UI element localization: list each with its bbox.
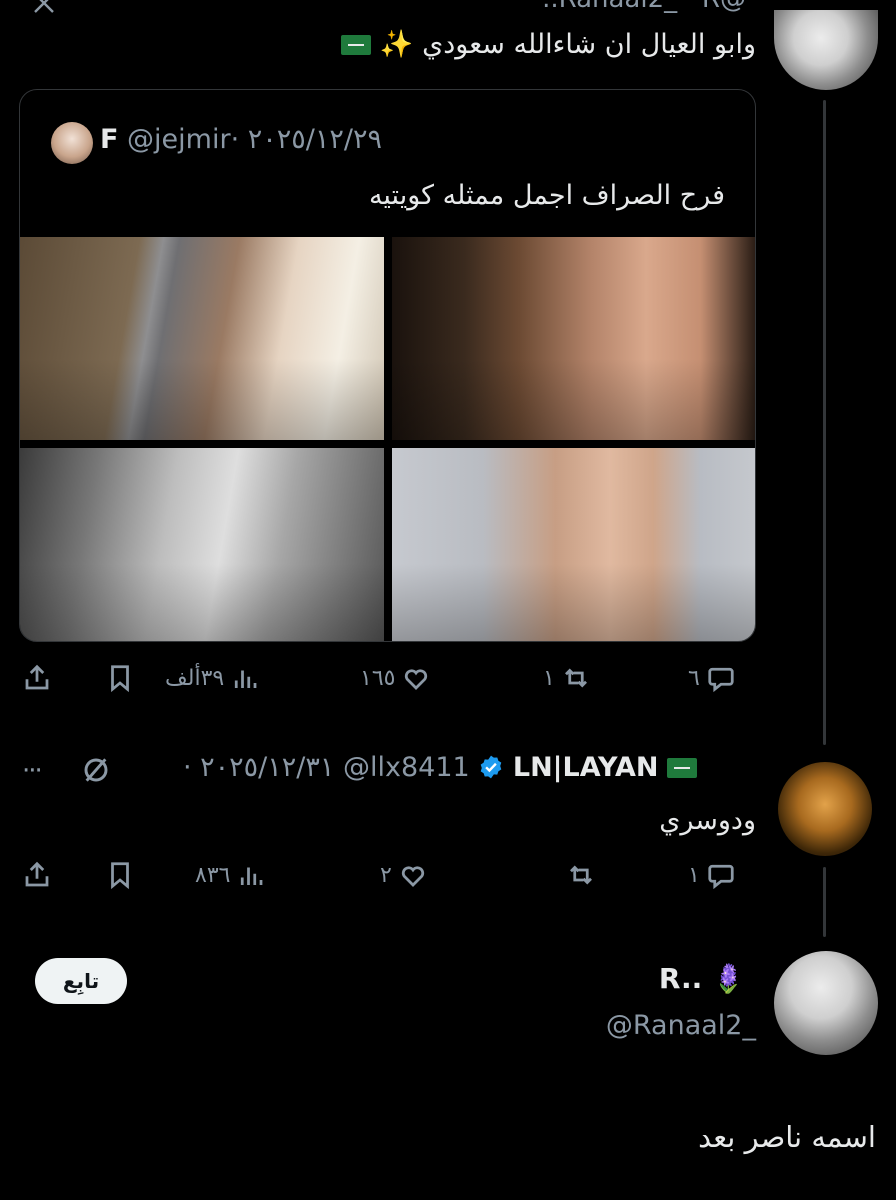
top-tweet-header: @Ranaal2_ · R.. bbox=[542, 0, 746, 14]
sparkles-emoji: ✨ bbox=[379, 29, 414, 60]
share-icon bbox=[25, 861, 49, 887]
tweet-text: وابو العيال ان شاءالله سعودي ✨ bbox=[341, 28, 756, 60]
reply-handle: @llx8411 bbox=[342, 752, 470, 783]
retweet-count: ١ bbox=[543, 665, 555, 691]
views-button[interactable]: ٨٣٦ bbox=[195, 860, 266, 890]
quoted-tweet-text: فرح الصراف اجمل ممثله كويتيه bbox=[368, 180, 725, 211]
reply-text: ودوسري bbox=[659, 805, 756, 836]
avatar[interactable] bbox=[778, 762, 872, 856]
close-icon[interactable] bbox=[32, 0, 58, 18]
views-button[interactable]: ٣٩ألف bbox=[165, 663, 260, 693]
retweet-icon bbox=[564, 668, 587, 688]
saudi-flag-icon bbox=[667, 758, 698, 778]
user-display-name[interactable]: R.. 🪻 bbox=[659, 962, 746, 995]
tweet-body: وابو العيال ان شاءالله سعودي bbox=[422, 29, 756, 60]
quoted-date: · ٢٠٢٥/١٢/٢٩ bbox=[230, 124, 382, 155]
retweet-button[interactable]: ١ bbox=[543, 663, 591, 693]
user-name: R.. bbox=[658, 962, 703, 995]
media-photo[interactable] bbox=[20, 448, 384, 641]
share-icon bbox=[25, 664, 49, 690]
like-button[interactable]: ٢ bbox=[380, 860, 428, 890]
quoted-author-name: F bbox=[100, 124, 119, 155]
views-count: ٨٣٦ bbox=[195, 862, 231, 888]
quoted-author-handle: @jejmir bbox=[127, 124, 231, 155]
media-photo[interactable] bbox=[20, 237, 384, 440]
quoted-tweet-card[interactable]: F @jejmir· ٢٠٢٥/١٢/٢٩ فرح الصراف اجمل مم… bbox=[19, 89, 756, 642]
bookmark-button[interactable] bbox=[105, 860, 135, 890]
reply-author-name: LN|LAYAN bbox=[512, 752, 659, 783]
like-count: ٢ bbox=[380, 862, 392, 888]
more-icon: ··· bbox=[22, 756, 43, 786]
reply-icon bbox=[708, 864, 734, 890]
heart-icon bbox=[401, 866, 424, 887]
saudi-flag-icon bbox=[341, 35, 372, 55]
reply-date: · ٢٠٢٥/١٢/٣١ bbox=[183, 752, 335, 783]
bookmark-button[interactable] bbox=[105, 663, 135, 693]
heart-icon bbox=[405, 669, 428, 690]
media-photo[interactable] bbox=[392, 237, 755, 440]
like-button[interactable]: ١٦٥ bbox=[360, 663, 431, 693]
verified-badge-icon bbox=[480, 755, 502, 779]
views-icon bbox=[241, 867, 263, 885]
share-button[interactable] bbox=[22, 663, 52, 693]
reply-count: ١ bbox=[688, 862, 700, 888]
bookmark-icon bbox=[111, 862, 129, 890]
thread-line bbox=[823, 867, 826, 937]
hyacinth-emoji: 🪻 bbox=[711, 962, 746, 995]
user-handle[interactable]: @Ranaal2_ bbox=[606, 1010, 756, 1041]
avatar[interactable] bbox=[774, 10, 878, 90]
bookmark-icon bbox=[111, 665, 129, 693]
reply-button[interactable]: ٦ bbox=[688, 663, 736, 693]
like-count: ١٦٥ bbox=[360, 665, 396, 691]
retweet-button[interactable] bbox=[560, 860, 596, 890]
share-button[interactable] bbox=[22, 860, 52, 890]
tweet-text: اسمه ناصر بعد bbox=[698, 1120, 876, 1154]
avatar bbox=[51, 122, 93, 164]
views-count: ٣٩ألف bbox=[165, 665, 225, 691]
avatar[interactable] bbox=[774, 951, 878, 1055]
reply-count: ٦ bbox=[688, 665, 700, 691]
reply-icon bbox=[708, 667, 734, 693]
retweet-icon bbox=[570, 865, 592, 885]
grok-icon[interactable] bbox=[80, 754, 112, 790]
follow-button[interactable]: تابِع bbox=[35, 958, 127, 1004]
quoted-tweet-header: F @jejmir· ٢٠٢٥/١٢/٢٩ bbox=[100, 124, 382, 155]
reply-header: · ٢٠٢٥/١٢/٣١ @llx8411 LN|LAYAN bbox=[183, 752, 698, 783]
reply-button[interactable]: ١ bbox=[688, 860, 736, 890]
media-photo[interactable] bbox=[392, 448, 755, 641]
more-options-button[interactable]: ··· bbox=[22, 756, 43, 786]
thread-line bbox=[823, 100, 826, 745]
views-icon bbox=[235, 670, 257, 688]
